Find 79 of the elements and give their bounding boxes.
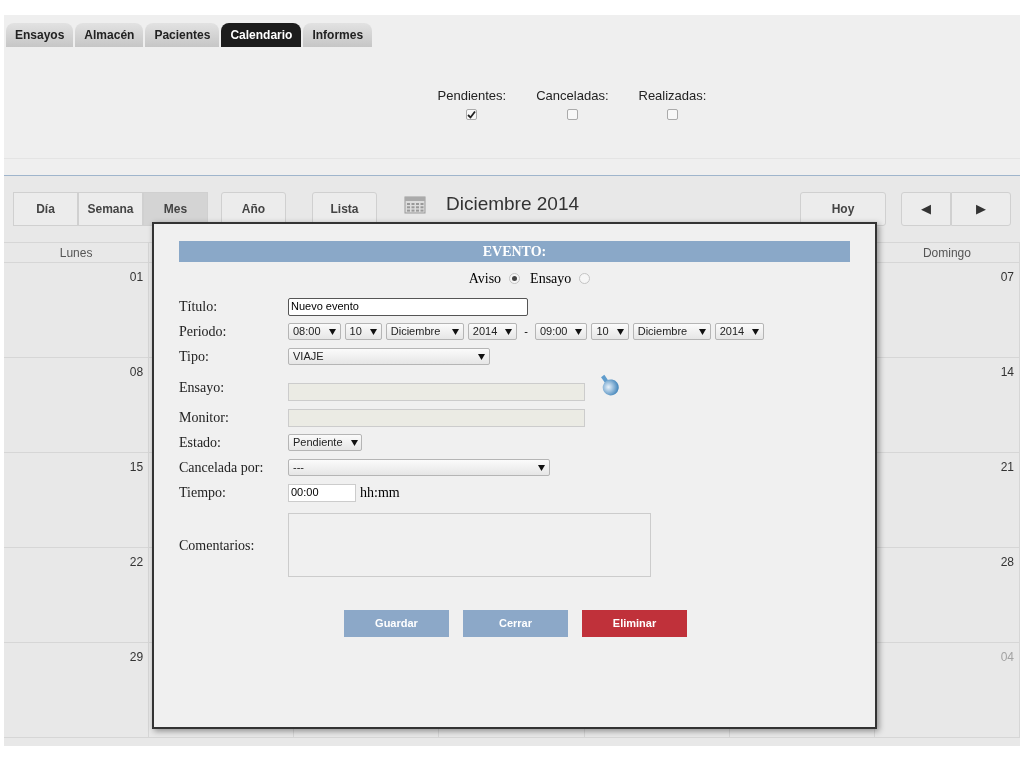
range-separator: - [523, 324, 529, 340]
day-number: 08 [129, 364, 144, 379]
dropdown[interactable]: 09:00 [534, 323, 588, 340]
caret-icon [698, 328, 706, 335]
caret-icon [478, 353, 485, 360]
field-label: Cancelada por: [179, 459, 265, 477]
day-number: 07 [1000, 269, 1014, 284]
field-label: Tiempo: [179, 484, 227, 502]
dropdown[interactable]: 08:00 [288, 323, 341, 340]
caret-icon [752, 328, 760, 335]
tab[interactable]: Ensayos [6, 23, 74, 47]
title-input[interactable]: Nuevo evento [288, 297, 528, 316]
view-button[interactable]: Semana [78, 192, 143, 226]
dropdown[interactable]: VIAJE [288, 348, 490, 365]
view-button[interactable]: Mes [143, 192, 208, 226]
caret-icon [575, 328, 583, 335]
filter-label: Realizadas: [638, 87, 707, 105]
caret-icon [451, 328, 459, 335]
monitor-input[interactable] [288, 408, 585, 427]
time-format: hh:mm [360, 484, 400, 502]
calendar-icon [404, 196, 426, 214]
view-button[interactable]: Día [13, 192, 78, 226]
weekday-header: Lunes [59, 244, 93, 262]
day-number: 15 [129, 459, 144, 474]
day-number: 04 [1000, 649, 1014, 664]
dialog-button[interactable]: Eliminar [582, 610, 687, 637]
filter-label: Canceladas: [536, 87, 609, 105]
tab[interactable]: Calendario [221, 23, 302, 47]
day-cell[interactable]: 15 [4, 453, 150, 548]
day-cell[interactable]: 22 [4, 548, 150, 643]
field-label: Monitor: [179, 409, 230, 427]
time-input[interactable]: 00:00 [288, 483, 356, 502]
day-cell[interactable]: 08 [4, 358, 150, 453]
dropdown[interactable]: --- [288, 459, 550, 476]
comments-field[interactable] [288, 513, 651, 577]
tab[interactable]: Pacientes [145, 23, 220, 47]
weekday-header: Domingo [922, 244, 971, 262]
field-label: Título: [179, 298, 219, 316]
dropdown[interactable]: 2014 [467, 323, 518, 340]
radio-label: Aviso [468, 269, 502, 288]
previous-button[interactable]: ◀ [901, 192, 951, 226]
field-label: Ensayo: [179, 378, 226, 397]
month-title: Diciembre 2014 [446, 191, 580, 216]
checkbox[interactable] [566, 108, 578, 120]
checkbox[interactable] [466, 108, 478, 120]
day-cell[interactable]: 01 [4, 263, 150, 358]
checkbox[interactable] [666, 108, 678, 120]
dropdown[interactable]: Diciembre [385, 323, 464, 340]
dialog-title: EVENTO: [179, 241, 850, 262]
next-button[interactable]: ▶ [951, 192, 1011, 226]
day-number: 29 [129, 649, 144, 664]
caret-icon [328, 328, 336, 335]
dropdown[interactable]: 2014 [714, 323, 765, 340]
field-label: Estado: [179, 434, 222, 452]
field-label: Comentarios: [179, 536, 256, 555]
radio-button[interactable] [579, 272, 591, 284]
day-cell[interactable]: 29 [4, 643, 150, 738]
day-number: 21 [1000, 459, 1014, 474]
day-number: 14 [1000, 364, 1014, 379]
radio-label: Ensayo [530, 269, 572, 288]
caret-icon [538, 464, 545, 471]
field-label: Periodo: [179, 323, 228, 341]
caret-icon [369, 328, 377, 335]
dropdown[interactable]: Diciembre [632, 323, 711, 340]
caret-icon [505, 328, 513, 335]
tab[interactable]: Almacén [75, 23, 144, 47]
field-label: Tipo: [179, 348, 210, 366]
dropdown[interactable]: Pendiente [288, 434, 362, 451]
tab[interactable]: Informes [303, 23, 373, 47]
caret-icon [616, 328, 624, 335]
radio-button[interactable] [509, 272, 521, 284]
dropdown[interactable]: 10 [344, 323, 382, 340]
day-number: 28 [1000, 554, 1014, 569]
filter-label: Pendientes: [437, 87, 507, 105]
trial-input[interactable] [288, 383, 585, 401]
caret-icon [350, 439, 358, 446]
day-number: 22 [129, 554, 144, 569]
dropdown[interactable]: 10 [591, 323, 629, 340]
day-number: 01 [129, 269, 144, 284]
